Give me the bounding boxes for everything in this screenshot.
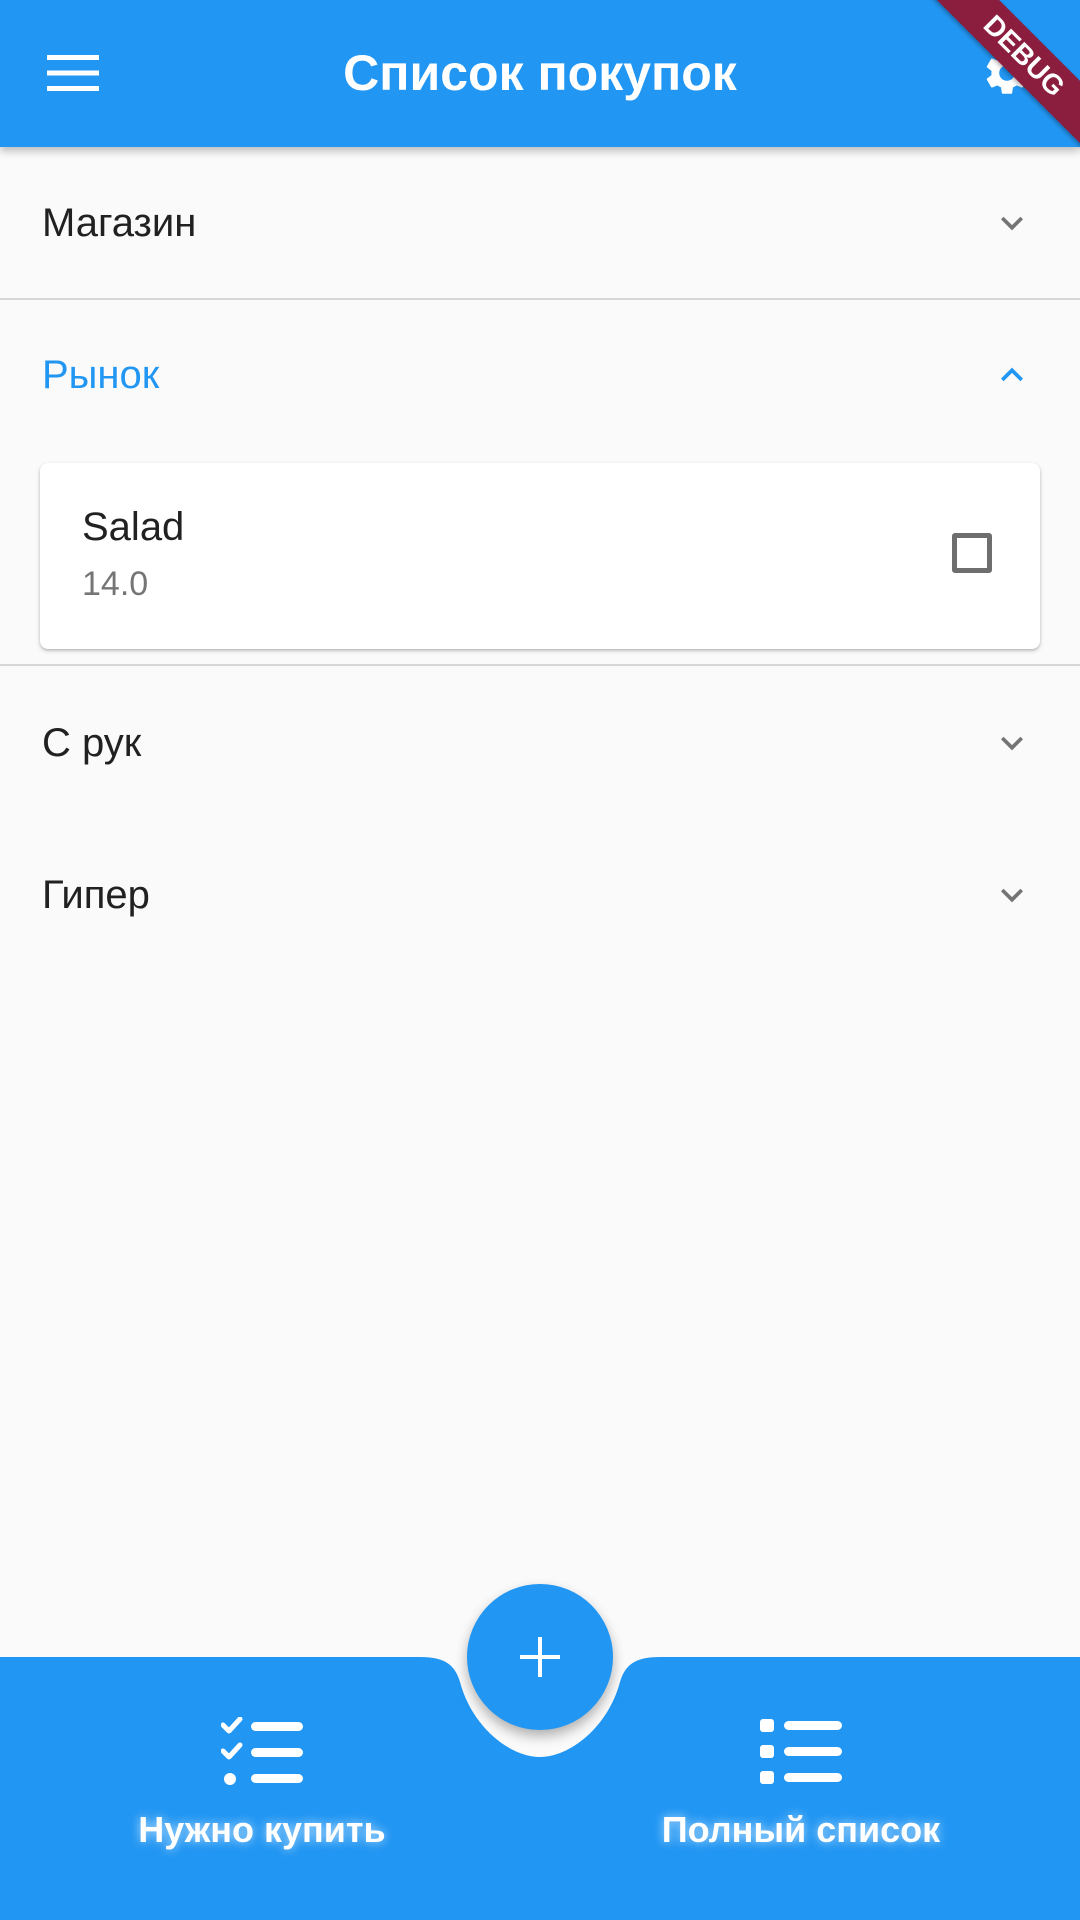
gear-icon (986, 52, 1028, 94)
item-name: Salad (82, 505, 185, 549)
section-header-hand[interactable]: С рук (0, 668, 1080, 818)
checklist-icon (221, 1717, 303, 1785)
nav-item-full-list[interactable]: Полный список (621, 1717, 981, 1877)
section-hyper: Гипер (0, 820, 1080, 970)
plus-icon (520, 1637, 560, 1677)
chevron-up-icon (1001, 367, 1023, 382)
section-header-hyper[interactable]: Гипер (0, 820, 1080, 970)
nav-item-need-to-buy[interactable]: Нужно купить (82, 1717, 442, 1877)
section-label: С рук (42, 720, 142, 765)
divider (0, 664, 1080, 666)
app-bar: Список покупок (0, 0, 1080, 147)
screen: Список покупок DEBUG Магазин Рынок Salad… (0, 0, 1080, 1920)
page-title: Список покупок (343, 45, 737, 101)
section-label: Рынок (42, 352, 160, 397)
item-value: 14.0 (82, 565, 149, 603)
chevron-down-icon (1001, 736, 1023, 751)
section-shop: Магазин (0, 148, 1080, 298)
nav-label: Нужно купить (138, 1809, 386, 1850)
list-icon (760, 1719, 842, 1784)
nav-label: Полный список (661, 1809, 941, 1850)
section-market: Рынок (0, 300, 1080, 450)
item-checkbox[interactable] (952, 533, 992, 573)
section-label: Гипер (42, 872, 150, 917)
list-item[interactable]: Salad 14.0 (40, 463, 1040, 649)
settings-button[interactable] (958, 24, 1056, 122)
section-label: Магазин (42, 200, 197, 245)
add-button[interactable] (467, 1584, 613, 1730)
chevron-down-icon (1001, 888, 1023, 903)
section-header-shop[interactable]: Магазин (0, 148, 1080, 298)
section-hand: С рук (0, 668, 1080, 818)
section-header-market[interactable]: Рынок (0, 300, 1080, 450)
chevron-down-icon (1001, 216, 1023, 231)
